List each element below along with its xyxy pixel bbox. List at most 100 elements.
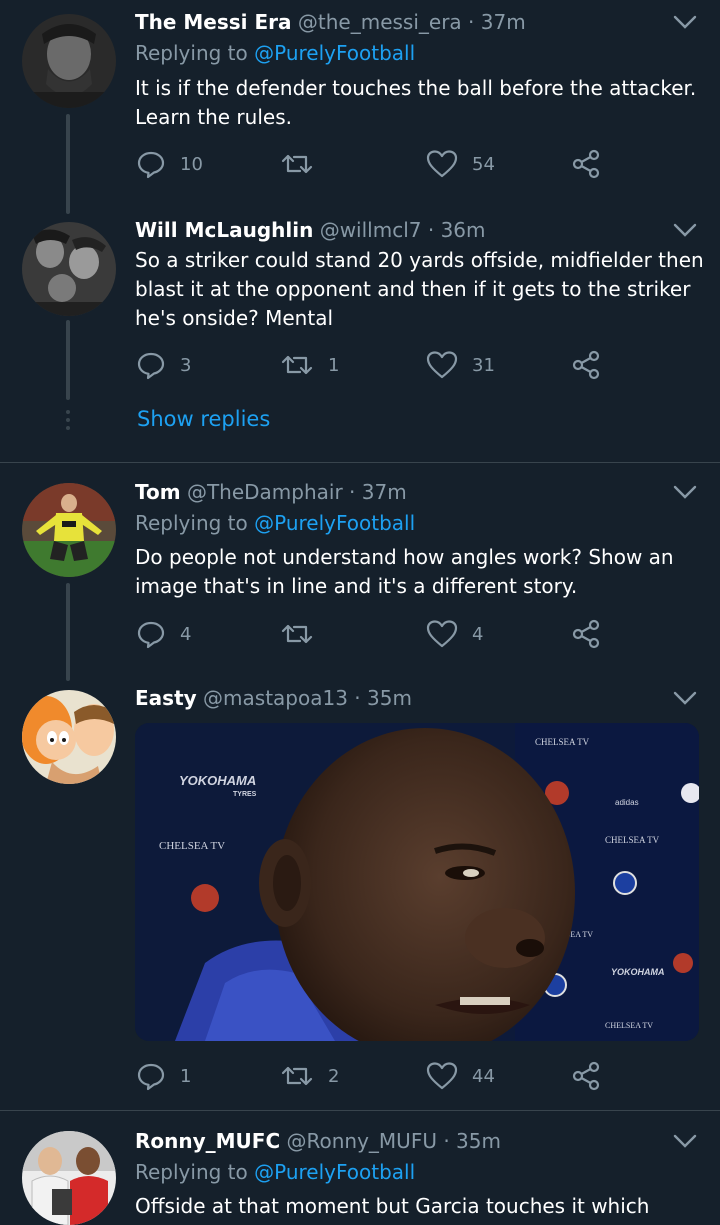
chevron-down-icon[interactable]: [672, 689, 698, 707]
timestamp[interactable]: 35m: [367, 686, 412, 710]
chevron-down-icon[interactable]: [672, 483, 698, 501]
reply-button[interactable]: 10: [136, 148, 203, 180]
more-replies-dots: [66, 410, 70, 434]
mention-link[interactable]: @PurelyFootball: [254, 1160, 415, 1184]
display-name[interactable]: Ronny_MUFC: [135, 1129, 280, 1153]
retweet-button[interactable]: [280, 618, 328, 650]
like-button[interactable]: 44: [426, 1060, 495, 1092]
chevron-down-icon[interactable]: [672, 221, 698, 239]
reply-button[interactable]: 4: [136, 618, 191, 650]
heart-icon: [426, 1062, 458, 1090]
like-button[interactable]: 54: [426, 148, 495, 180]
like-button[interactable]: 4: [426, 618, 483, 650]
share-button[interactable]: [571, 349, 601, 381]
separator: ·: [468, 10, 475, 34]
retweet-button[interactable]: [280, 148, 328, 180]
backdrop-text: CHELSEA TV: [159, 840, 225, 852]
retweet-icon: [281, 1066, 313, 1086]
tweet[interactable]: Ronny_MUFC @Ronny_MUFU · 35m Replying to…: [0, 1111, 720, 1225]
tweet-text: Do people not understand how angles work…: [135, 545, 674, 598]
timestamp[interactable]: 35m: [456, 1129, 501, 1153]
retweet-button[interactable]: 2: [280, 1060, 339, 1092]
replying-to-label: Replying to: [135, 1160, 248, 1184]
reply-count: 10: [180, 153, 203, 175]
reply-icon: [137, 1063, 165, 1091]
tweet-header: Will McLaughlin @willmcl7 · 36m: [135, 217, 486, 243]
backdrop-text: CHELSEA TV: [535, 737, 590, 747]
share-icon: [572, 149, 600, 179]
tweet-header: Easty @mastapoa13 · 35m: [135, 685, 412, 711]
avatar[interactable]: [22, 483, 116, 577]
backdrop-text: TYRES: [233, 791, 257, 798]
backdrop-text: CHELSEA TV: [605, 1021, 653, 1030]
display-name[interactable]: Easty: [135, 686, 197, 710]
reply-count: 1: [180, 1065, 192, 1087]
replying-to: Replying to @PurelyFootball: [135, 509, 415, 537]
like-count: 44: [472, 1065, 495, 1087]
retweet-icon: [281, 624, 313, 644]
avatar[interactable]: [22, 222, 116, 316]
user-handle[interactable]: @TheDamphair: [187, 480, 343, 504]
backdrop-text: CHELSEA TV: [605, 835, 660, 845]
tweet-header: The Messi Era @the_messi_era · 37m: [135, 9, 526, 35]
replying-to: Replying to @PurelyFootball: [135, 39, 415, 67]
avatar[interactable]: [22, 1131, 116, 1225]
replying-to: Replying to @PurelyFootball: [135, 1158, 415, 1186]
mention-link[interactable]: @PurelyFootball: [254, 41, 415, 65]
replying-to-label: Replying to: [135, 511, 248, 535]
share-icon: [572, 1061, 600, 1091]
reply-icon: [137, 352, 165, 380]
share-icon: [572, 619, 600, 649]
retweet-icon: [281, 154, 313, 174]
tweet-media-image[interactable]: YOKOHAMA TYRES CHELSEA TV CHELSEA TV CHE…: [135, 723, 699, 1041]
share-icon: [572, 350, 600, 380]
timestamp[interactable]: 37m: [362, 480, 407, 504]
timestamp[interactable]: 37m: [481, 10, 526, 34]
tweet-actions: 4 4: [0, 618, 720, 650]
tweet-header: Tom @TheDamphair · 37m: [135, 479, 407, 505]
separator: ·: [354, 686, 361, 710]
display-name[interactable]: Tom: [135, 480, 181, 504]
separator: ·: [349, 480, 356, 504]
heart-icon: [426, 150, 458, 178]
tweet-text: Offside at that moment but Garcia touche…: [135, 1194, 650, 1218]
avatar[interactable]: [22, 14, 116, 108]
user-handle[interactable]: @mastapoa13: [203, 686, 348, 710]
tweet[interactable]: Tom @TheDamphair · 37m Replying to @Pure…: [0, 463, 720, 681]
chevron-down-icon[interactable]: [672, 1132, 698, 1150]
separator: ·: [427, 218, 435, 242]
show-replies-link[interactable]: Show replies: [137, 407, 270, 431]
timestamp[interactable]: 36m: [441, 218, 486, 242]
tweet-actions: 1 2 44: [0, 1060, 720, 1092]
tweet-header: Ronny_MUFC @Ronny_MUFU · 35m: [135, 1128, 501, 1154]
like-button[interactable]: 31: [426, 349, 495, 381]
tweet-text: It is if the defender touches the ball b…: [135, 76, 697, 129]
chevron-down-icon[interactable]: [672, 13, 698, 31]
reply-icon: [137, 621, 165, 649]
display-name[interactable]: Will McLaughlin: [135, 218, 313, 242]
reply-button[interactable]: 3: [136, 349, 191, 381]
retweet-button[interactable]: 1: [280, 349, 339, 381]
like-count: 4: [472, 623, 484, 645]
tweet-actions: 10 54: [0, 148, 720, 180]
avatar[interactable]: [22, 690, 116, 784]
backdrop-text: YOKOHAMA: [611, 967, 665, 977]
share-button[interactable]: [571, 618, 601, 650]
heart-icon: [426, 351, 458, 379]
replying-to-label: Replying to: [135, 41, 248, 65]
display-name[interactable]: The Messi Era: [135, 10, 292, 34]
heart-icon: [426, 620, 458, 648]
mention-link[interactable]: @PurelyFootball: [254, 511, 415, 535]
retweet-count: 2: [328, 1065, 340, 1087]
tweet[interactable]: The Messi Era @the_messi_era · 37m Reply…: [0, 0, 720, 214]
user-handle[interactable]: @willmcl7: [320, 218, 422, 242]
share-button[interactable]: [571, 1060, 601, 1092]
reply-button[interactable]: 1: [136, 1060, 191, 1092]
backdrop-text: adidas: [615, 798, 639, 807]
tweet-text: So a striker could stand 20 yards offsid…: [135, 248, 704, 330]
reply-icon: [137, 151, 165, 179]
user-handle[interactable]: @the_messi_era: [298, 10, 462, 34]
tweet[interactable]: Will McLaughlin @willmcl7 · 36m So a str…: [0, 200, 720, 462]
user-handle[interactable]: @Ronny_MUFU: [287, 1129, 437, 1153]
share-button[interactable]: [571, 148, 601, 180]
